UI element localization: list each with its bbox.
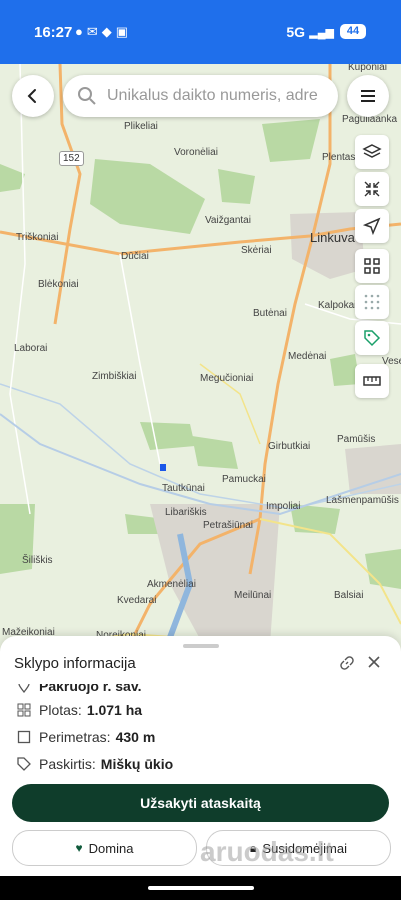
sheet-title: Sklypo informacija (14, 655, 136, 672)
collapse-arrows-icon (364, 181, 380, 197)
signal-icon: ▂▄▆ (309, 27, 334, 39)
grid-button[interactable] (355, 249, 389, 283)
map-place-label: Butėnai (253, 308, 287, 319)
map-place-label: Lašmenpamūšis (326, 495, 399, 506)
map-place-label: Plikeliai (124, 121, 158, 132)
map-place-label: Medėnai (288, 351, 327, 362)
map-place-label: Laborai (14, 343, 48, 354)
map-place-label: Girbutkiai (268, 441, 311, 452)
order-report-button[interactable]: Užsakyti ataskaitą (12, 784, 389, 822)
tag-icon (364, 330, 381, 347)
home-indicator[interactable] (148, 886, 254, 890)
map-place-label: Triškoniai (16, 232, 59, 243)
domina-label: Domina (88, 840, 134, 856)
area-label: Plotas: (39, 702, 82, 718)
navigation-arrow-icon (362, 217, 381, 236)
network-type: 5G (286, 24, 305, 40)
layers-button[interactable] (355, 135, 389, 169)
battery-icon: 44 (340, 24, 366, 39)
selected-parcel[interactable] (160, 464, 166, 471)
search-bar[interactable] (63, 75, 338, 117)
status-bar: 16:27 ●✉◆▣ 5G ▂▄▆ 44 (0, 0, 401, 64)
map-place-label: Kalpokai (318, 300, 357, 311)
municipality-value: Pakruojo r. sav. (39, 678, 142, 694)
notification-icons: ●✉◆▣ (75, 24, 133, 39)
locate-button[interactable] (355, 209, 389, 243)
map-place-label: Impoliai (266, 501, 301, 512)
back-button[interactable] (12, 75, 54, 117)
map-place-label: Tautkūnai (162, 483, 205, 494)
map-place-label: Zimbiškiai (92, 371, 137, 382)
perimeter-value: 430 m (115, 729, 156, 745)
purpose-label: Paskirtis: (39, 756, 96, 772)
map-place-label: Akmenėliai (147, 579, 196, 590)
map-place-label: Petrašiūnai (203, 520, 254, 531)
area-row: Plotas: 1.071 ha (17, 702, 142, 718)
menu-button[interactable] (347, 75, 389, 117)
municipality-row: Pakruojo r. sav. (17, 678, 142, 694)
dots-grid-icon (364, 294, 380, 310)
perimeter-square-icon (17, 730, 31, 744)
map-place-label: Pamūšis (337, 434, 376, 445)
perimeter-label: Perimetras: (39, 729, 111, 745)
clock: 16:27 (34, 24, 73, 41)
tag-button[interactable] (355, 321, 389, 355)
map-place-label: Vaižgantai (205, 215, 251, 226)
layers-icon (362, 144, 382, 158)
perimeter-row: Perimetras: 430 m (17, 729, 155, 745)
map-place-label: Kvedarai (117, 595, 157, 606)
search-icon (78, 87, 96, 105)
map-view[interactable]: 152 Kuponiai Plikeliai Paguliaanka Voronėli… (0, 64, 401, 664)
heart-icon: ♥ (75, 841, 83, 855)
map-place-label: Libariškis (165, 507, 207, 518)
search-input[interactable] (105, 86, 334, 106)
area-grid-icon (17, 703, 31, 717)
map-place-label: Šiliškis (22, 555, 53, 566)
purpose-row: Paskirtis: Miškų ūkio (17, 756, 173, 772)
map-place-label: Megučioniai (200, 373, 254, 384)
aruodas-watermark: aruodas.lt (200, 836, 334, 867)
chevron-left-icon (27, 89, 36, 103)
map-place-label: Linkuva (310, 230, 355, 245)
map-place-label: Kuponiai (348, 64, 387, 73)
map-place-label: Plentas (322, 152, 356, 163)
map-place-label: Blėkoniai (38, 279, 79, 290)
system-nav-bar (0, 876, 401, 900)
map-place-label: Pamuckai (222, 474, 266, 485)
ruler-button[interactable] (355, 364, 389, 398)
tag-icon (17, 757, 31, 771)
map-place-label: Meilūnai (234, 590, 272, 601)
area-value: 1.071 ha (86, 702, 143, 718)
drag-handle[interactable] (183, 644, 219, 648)
close-icon[interactable] (367, 655, 381, 669)
hamburger-icon (361, 90, 375, 102)
map-place-label: Balsiai (334, 590, 364, 601)
purpose-value: Miškų ūkio (100, 756, 174, 772)
ruler-icon (363, 376, 381, 386)
location-pin-icon (18, 684, 30, 693)
route-badge: 152 (59, 151, 84, 166)
collapse-button[interactable] (355, 172, 389, 206)
grid-icon (364, 258, 380, 274)
domina-button[interactable]: ♥ Domina (12, 830, 197, 866)
map-place-label: Dūčiai (121, 251, 149, 262)
map-place-label: Skėriai (241, 245, 272, 256)
link-icon[interactable] (339, 655, 355, 671)
dots-grid-button[interactable] (355, 285, 389, 319)
map-place-label: Voronėliai (174, 147, 218, 158)
